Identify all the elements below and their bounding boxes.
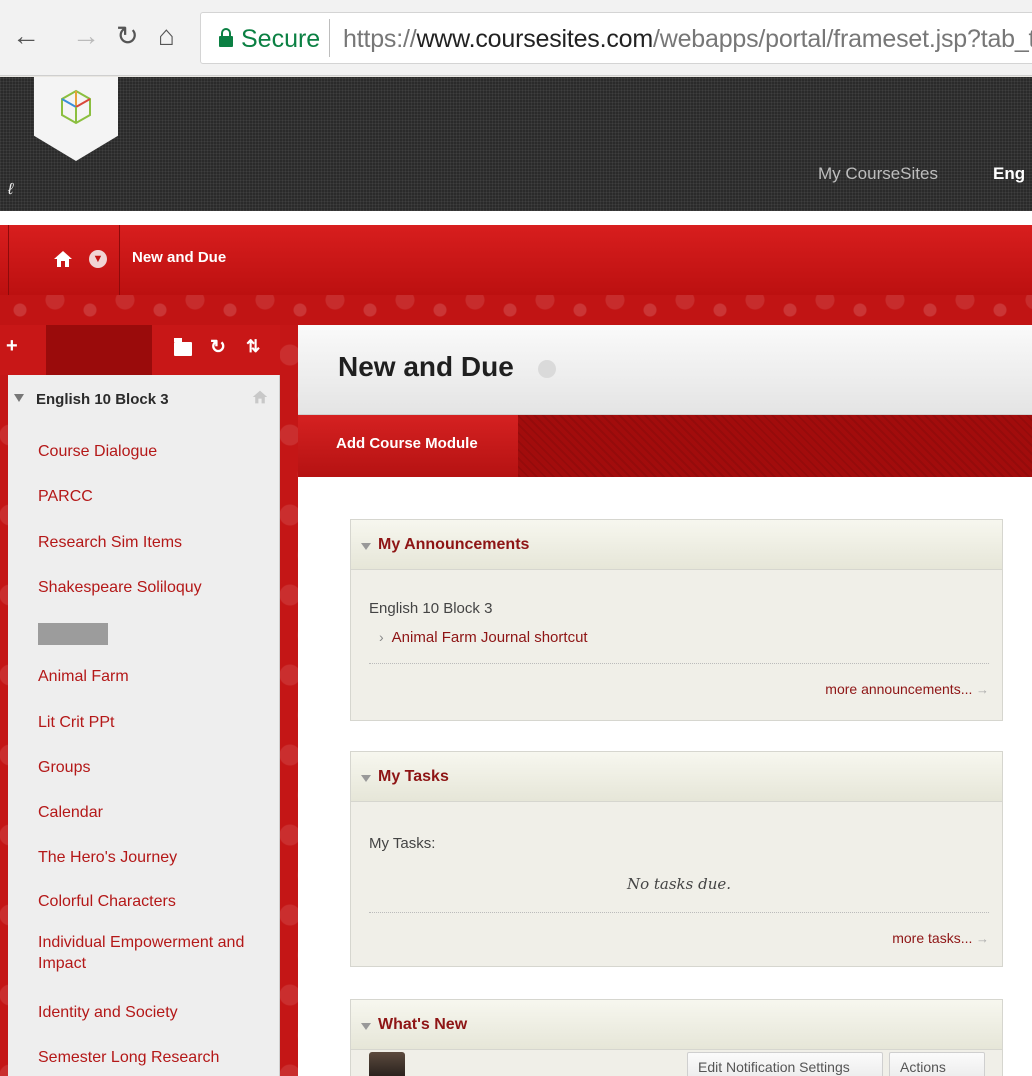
menu-item-lit-crit-ppt[interactable]: Lit Crit PPt (38, 712, 274, 733)
collapse-triangle-icon[interactable] (361, 543, 371, 550)
more-announcements-link[interactable]: more announcements... (825, 681, 989, 697)
divider (369, 663, 989, 664)
add-course-module-button[interactable]: Add Course Module (298, 415, 518, 477)
url-prefix: https:// (343, 25, 417, 53)
menu-add-field[interactable] (46, 325, 152, 375)
module-header[interactable]: My Announcements (351, 520, 1002, 570)
avatar (369, 1052, 405, 1076)
course-bar: ▼ New and Due (0, 225, 1032, 295)
module-title: What's New (378, 1016, 468, 1033)
module-my-announcements: My Announcements English 10 Block 3 Anim… (350, 519, 1003, 721)
browser-toolbar: ← → ↻ ⌂ Secure https://www.coursesites.c… (0, 0, 1032, 76)
sort-icon[interactable]: ⇅ (246, 337, 260, 357)
module-title: My Announcements (378, 536, 530, 553)
module-title: My Tasks (378, 768, 449, 785)
site-header: ℓ My CourseSites Eng (0, 77, 1032, 211)
url-domain: www.coursesites.com (416, 25, 653, 53)
module-header[interactable]: My Tasks (351, 752, 1002, 802)
page-title: New and Due (338, 351, 514, 382)
add-menu-item-button[interactable]: + (6, 335, 18, 358)
menu-item-research-sim-items[interactable]: Research Sim Items (38, 532, 274, 553)
reload-icon[interactable]: ↻ (116, 22, 139, 50)
home-icon[interactable] (252, 389, 268, 405)
url-path: /webapps/portal/frameset.jsp?tab_tab_gr (652, 25, 1032, 53)
nav-my-coursesites[interactable]: My CourseSites (818, 164, 938, 184)
menu-item-course-dialogue[interactable]: Course Dialogue (38, 441, 274, 462)
edit-notification-settings-button[interactable]: Edit Notification Settings (687, 1052, 883, 1076)
logo-icon (61, 89, 91, 125)
chevron-down-icon[interactable] (538, 360, 556, 378)
refresh-icon[interactable]: ↻ (210, 336, 226, 359)
lock-icon (219, 28, 233, 48)
pin-icon[interactable]: ℓ (8, 181, 13, 199)
menu-item-calendar[interactable]: Calendar (38, 802, 274, 823)
breadcrumb-title[interactable]: New and Due (132, 249, 226, 266)
menu-item-animal-farm[interactable]: Animal Farm (38, 666, 274, 687)
home-icon[interactable] (53, 250, 73, 268)
secure-label: Secure (241, 25, 321, 53)
menu-item-semester-long-research[interactable]: Semester Long Research (38, 1047, 274, 1068)
content-area: New and Due Add Course Module My Announc… (298, 325, 1032, 1076)
page-header: New and Due (298, 325, 1032, 415)
course-title-row[interactable]: English 10 Block 3 (8, 389, 280, 415)
module-my-tasks: My Tasks My Tasks: No tasks due. more ta… (350, 751, 1003, 967)
address-bar[interactable]: Secure https://www.coursesites.com/webap… (200, 12, 1032, 64)
chevron-down-icon[interactable]: ▼ (89, 250, 107, 268)
no-tasks-note: No tasks due. (626, 875, 732, 893)
collapse-triangle-icon[interactable] (361, 1023, 371, 1030)
menu-item-identity-and-society[interactable]: Identity and Society (38, 1002, 274, 1023)
home-icon[interactable]: ⌂ (158, 22, 175, 50)
menu-item-shakespeare-soliloquy[interactable]: Shakespeare Soliloquy (38, 577, 274, 598)
more-tasks-link[interactable]: more tasks... (892, 930, 989, 946)
tasks-heading: My Tasks: (369, 835, 436, 852)
module-header[interactable]: What's New (351, 1000, 1002, 1050)
module-whats-new: What's New Edit Notification Settings Ac… (350, 999, 1003, 1076)
action-bar: Add Course Module (298, 415, 1032, 477)
menu-item-heros-journey[interactable]: The Hero's Journey (38, 847, 274, 868)
course-title[interactable]: English 10 Block 3 (36, 391, 169, 408)
menu-item-individual-empowerment[interactable]: Individual Empowerment and Impact (38, 932, 274, 974)
nav-eng[interactable]: Eng (993, 164, 1025, 184)
url-text[interactable]: https://www.coursesites.com/webapps/port… (343, 25, 1032, 54)
menu-item-parcc[interactable]: PARCC (38, 486, 274, 507)
menu-item-colorful-characters[interactable]: Colorful Characters (38, 891, 274, 912)
actions-button[interactable]: Actions (889, 1052, 985, 1076)
announcement-course: English 10 Block 3 (369, 600, 493, 617)
forward-arrow-icon[interactable]: → (72, 22, 100, 50)
back-arrow-icon[interactable]: ← (12, 22, 40, 50)
collapse-triangle-icon[interactable] (361, 775, 371, 782)
decorative-band (0, 295, 1032, 325)
announcement-link[interactable]: Animal Farm Journal shortcut (379, 629, 588, 646)
course-menu-toolbar: + ↻ ⇅ (0, 325, 280, 375)
url-separator (329, 19, 330, 57)
header-divider (0, 211, 1032, 225)
divider (369, 912, 989, 913)
logo[interactable] (34, 77, 118, 161)
course-menu: English 10 Block 3 Course Dialogue PARCC… (8, 375, 280, 1076)
breadcrumb: ▼ (8, 225, 120, 295)
menu-item-redacted[interactable] (38, 623, 108, 645)
folder-icon[interactable] (174, 338, 192, 356)
collapse-triangle-icon[interactable] (14, 394, 24, 402)
menu-item-groups[interactable]: Groups (38, 757, 274, 778)
